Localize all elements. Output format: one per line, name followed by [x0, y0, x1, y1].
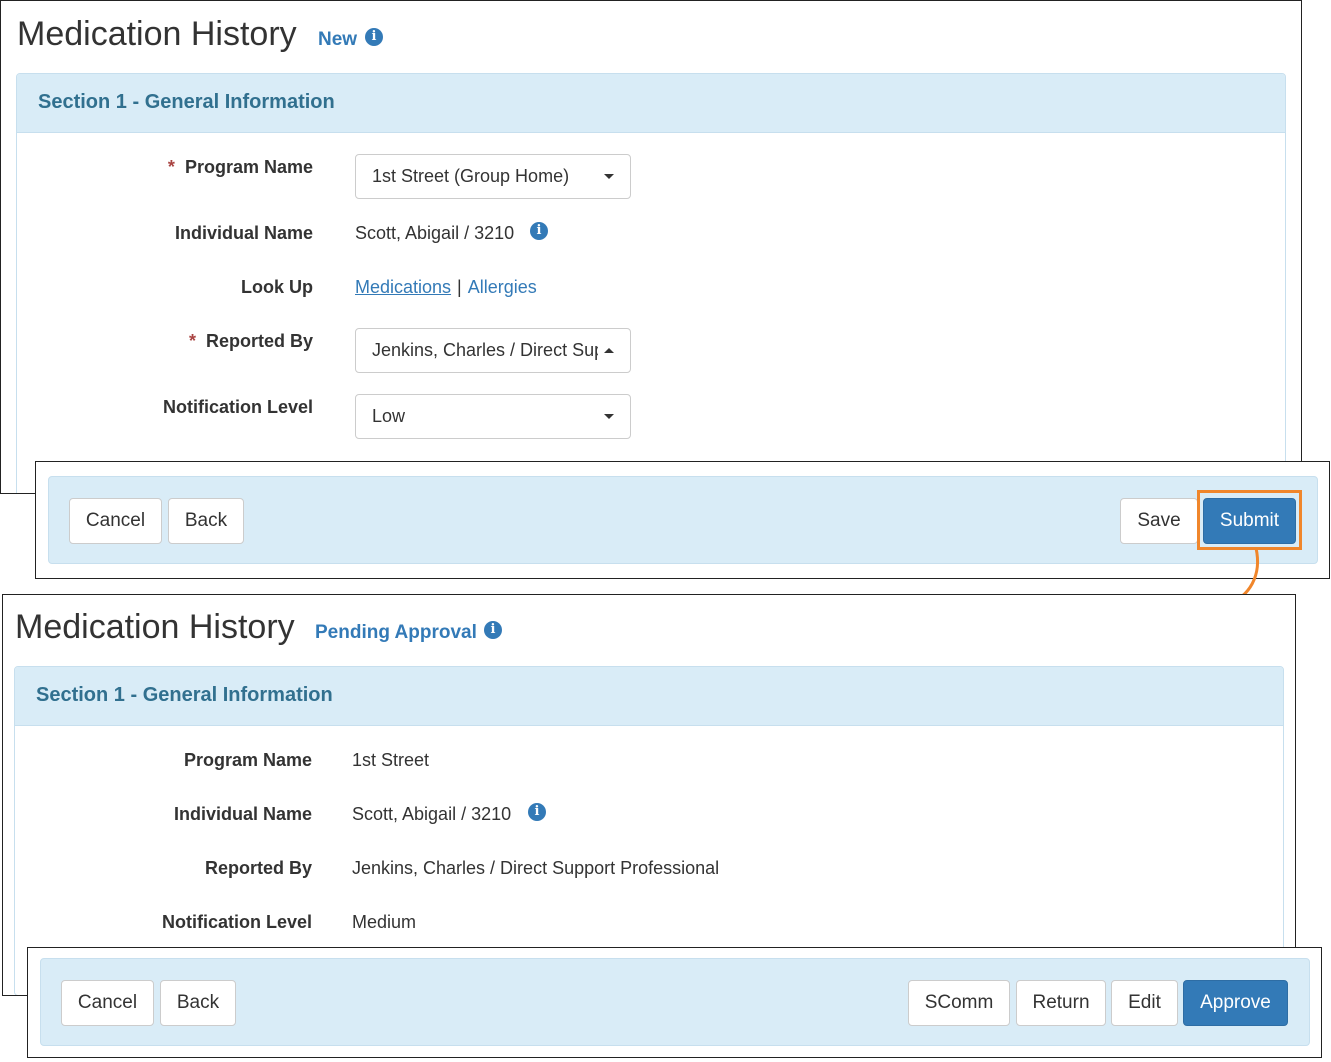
- program-name-label: Program Name: [183, 750, 312, 770]
- form-actions-footer: Cancel Back Save Submit: [35, 461, 1330, 579]
- edit-button[interactable]: Edit: [1111, 980, 1178, 1026]
- look-up-label: Look Up: [241, 277, 313, 297]
- cancel-button[interactable]: Cancel: [61, 980, 154, 1026]
- required-marker: *: [167, 157, 175, 177]
- individual-name-value: Scott, Abigail / 3210: [352, 804, 512, 824]
- medications-link[interactable]: Medications: [355, 277, 451, 297]
- notification-level-select[interactable]: Low: [355, 394, 631, 439]
- caret-down-icon: [604, 174, 614, 179]
- info-icon[interactable]: i: [528, 803, 546, 821]
- info-icon[interactable]: i: [484, 621, 502, 639]
- allergies-link[interactable]: Allergies: [468, 277, 537, 297]
- reported-by-select[interactable]: Jenkins, Charles / Direct Support Profes…: [355, 328, 631, 373]
- approve-button[interactable]: Approve: [1183, 980, 1288, 1026]
- info-icon[interactable]: i: [530, 222, 548, 240]
- back-button[interactable]: Back: [168, 498, 244, 544]
- page-title: Medication History: [17, 15, 297, 53]
- notification-level-label: Notification Level: [161, 912, 312, 932]
- link-separator: |: [457, 277, 462, 297]
- reported-by-value: Jenkins, Charles / Direct Support Profes…: [372, 340, 598, 360]
- info-icon[interactable]: i: [365, 28, 383, 46]
- form-actions-footer: Cancel Back SComm Return Edit Approve: [27, 947, 1322, 1058]
- program-name-select[interactable]: 1st Street (Group Home): [355, 154, 631, 199]
- individual-name-value: Scott, Abigail / 3210: [355, 223, 515, 243]
- save-button[interactable]: Save: [1120, 498, 1198, 544]
- general-information-section: Section 1 - General Information: [16, 73, 1286, 493]
- individual-name-label: Individual Name: [173, 804, 312, 824]
- caret-down-icon: [604, 414, 614, 419]
- notification-level-value: Medium: [352, 912, 417, 932]
- submit-highlight: [1197, 490, 1302, 550]
- reported-by-label: * Reported By: [188, 331, 313, 351]
- back-button[interactable]: Back: [160, 980, 236, 1026]
- program-name-value: 1st Street (Group Home): [372, 166, 570, 186]
- program-name-label: * Program Name: [167, 157, 313, 177]
- notification-level-value: Low: [372, 406, 406, 426]
- notification-level-label: Notification Level: [162, 397, 313, 417]
- program-name-value: 1st Street: [352, 750, 430, 770]
- scomm-button[interactable]: SComm: [908, 980, 1010, 1026]
- caret-up-icon: [604, 348, 614, 353]
- cancel-button[interactable]: Cancel: [69, 498, 162, 544]
- status-label: New: [318, 29, 358, 50]
- status-label: Pending Approval: [315, 622, 477, 643]
- medication-history-pending-panel: Medication History Pending Approval i Se…: [2, 594, 1296, 996]
- reported-by-label: Reported By: [204, 858, 312, 878]
- return-button[interactable]: Return: [1016, 980, 1106, 1026]
- section-title: Section 1 - General Information: [17, 74, 1285, 133]
- page-title: Medication History: [15, 608, 295, 646]
- section-title: Section 1 - General Information: [15, 667, 1283, 726]
- look-up-links: Medications | Allergies: [355, 277, 537, 298]
- individual-name-label: Individual Name: [174, 223, 313, 243]
- reported-by-value: Jenkins, Charles / Direct Support Profes…: [352, 858, 720, 878]
- medication-history-new-panel: Medication History New i Section 1 - Gen…: [0, 0, 1302, 494]
- required-marker: *: [188, 331, 196, 351]
